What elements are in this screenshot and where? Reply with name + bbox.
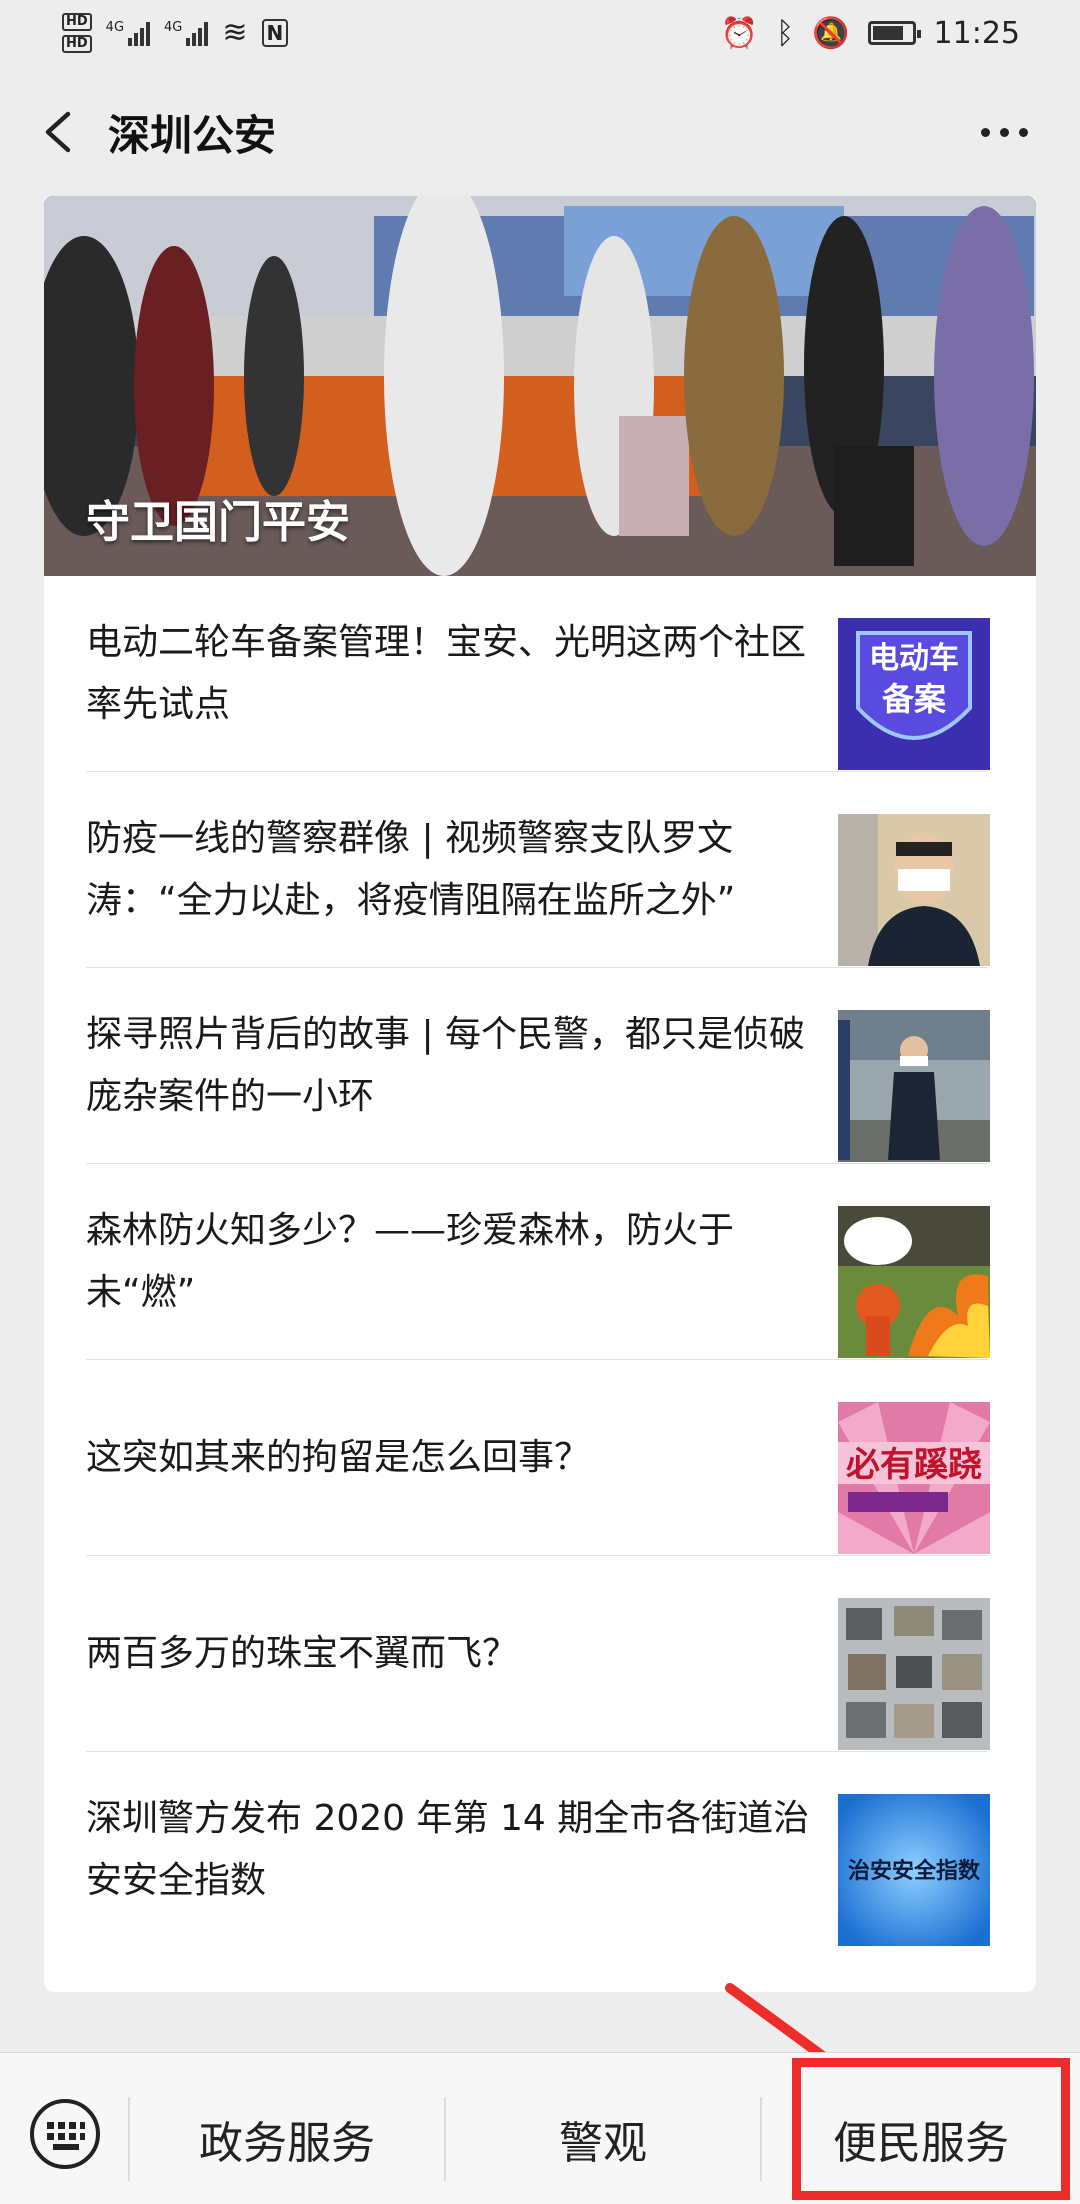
network-label-2: 4G [164,20,183,35]
hd-label-1: HD [62,13,92,31]
article-thumbnail [838,1206,990,1358]
article-title: 电动二轮车备案管理！宝安、光明这两个社区率先试点 [86,622,807,725]
article-thumbnail: 电动车 备案 [838,618,990,770]
more-dots-icon[interactable] [981,128,1028,137]
status-bar: HD HD 4G 4G ≋ N ⏰ ᛒ 🔕 11:25 [0,0,1080,66]
signal-icon-2: 4G [164,20,209,46]
menu-item-government-services[interactable]: 政务服务 [130,2097,444,2181]
bluetooth-icon: ᛒ [776,15,795,51]
thumb-text: 电动车 [869,641,959,676]
article-title: 探寻照片背后的故事 | 每个民警，都只是侦破庞杂案件的一小环 [86,1014,806,1117]
mute-icon: 🔕 [812,15,850,51]
menu-item-police-view[interactable]: 警观 [446,2097,760,2181]
list-item[interactable]: 深圳警方发布 2020 年第 14 期全市各街道治安安全指数 治安安全指数 [86,1752,990,1948]
signal-icon: 4G [105,20,151,46]
battery-fill [872,26,903,40]
article-title: 森林防火知多少？——珍爱森林，防火于未“燃” [86,1210,735,1313]
thumb-text: 必有蹊跷 [846,1445,982,1485]
network-label-1: 4G [105,20,125,35]
highlight-box [792,2058,1070,2200]
clock: 11:25 [933,15,1020,51]
hd-icon: HD HD [62,13,92,53]
article-title: 防疫一线的警察群像 | 视频警察支队罗文涛：“全力以赴，将疫情阻隔在监所之外” [86,818,736,921]
list-item[interactable]: 森林防火知多少？——珍爱森林，防火于未“燃” [86,1164,990,1360]
wifi-icon: ≋ [222,15,248,50]
list-item[interactable]: 两百多万的珠宝不翼而飞？ [86,1556,990,1752]
list-item[interactable]: 电动二轮车备案管理！宝安、光明这两个社区率先试点 电动车 备案 [86,576,990,772]
status-left: HD HD 4G 4G ≋ N [62,13,289,53]
keyboard-icon[interactable] [28,2097,102,2171]
article-thumbnail: 必有蹊跷 [838,1402,990,1554]
alarm-icon: ⏰ [720,15,759,51]
article-card: 守卫国门平安 电动二轮车备案管理！宝安、光明这两个社区率先试点 电动车 备案 防… [44,196,1036,1992]
article-title: 深圳警方发布 2020 年第 14 期全市各街道治安安全指数 [86,1798,810,1901]
thumb-text: 治安安全指数 [848,1858,981,1884]
article-thumbnail: 治安安全指数 [838,1794,990,1946]
list-item[interactable]: 这突如其来的拘留是怎么回事？ 必有蹊跷 [86,1360,990,1556]
list-item[interactable]: 探寻照片背后的故事 | 每个民警，都只是侦破庞杂案件的一小环 [86,968,990,1164]
nfc-icon: N [261,19,289,47]
article-thumbnail [838,814,990,966]
hd-label-2: HD [62,35,92,53]
list-item[interactable]: 防疫一线的警察群像 | 视频警察支队罗文涛：“全力以赴，将疫情阻隔在监所之外” [86,772,990,968]
chevron-left-icon[interactable] [38,110,78,154]
hero-caption: 守卫国门平安 [86,497,350,548]
hero-banner[interactable]: 守卫国门平安 [44,196,1036,576]
nav-header: 深圳公安 [0,66,1080,196]
article-title: 两百多万的珠宝不翼而飞？ [86,1633,519,1674]
thumb-text-2: 备案 [882,680,947,718]
status-right: ⏰ ᛒ 🔕 11:25 [721,16,1020,51]
battery-icon [867,21,921,45]
page-title: 深圳公安 [108,111,277,160]
article-title: 这突如其来的拘留是怎么回事？ [86,1437,591,1478]
article-thumbnail [838,1010,990,1162]
article-thumbnail [838,1598,990,1750]
